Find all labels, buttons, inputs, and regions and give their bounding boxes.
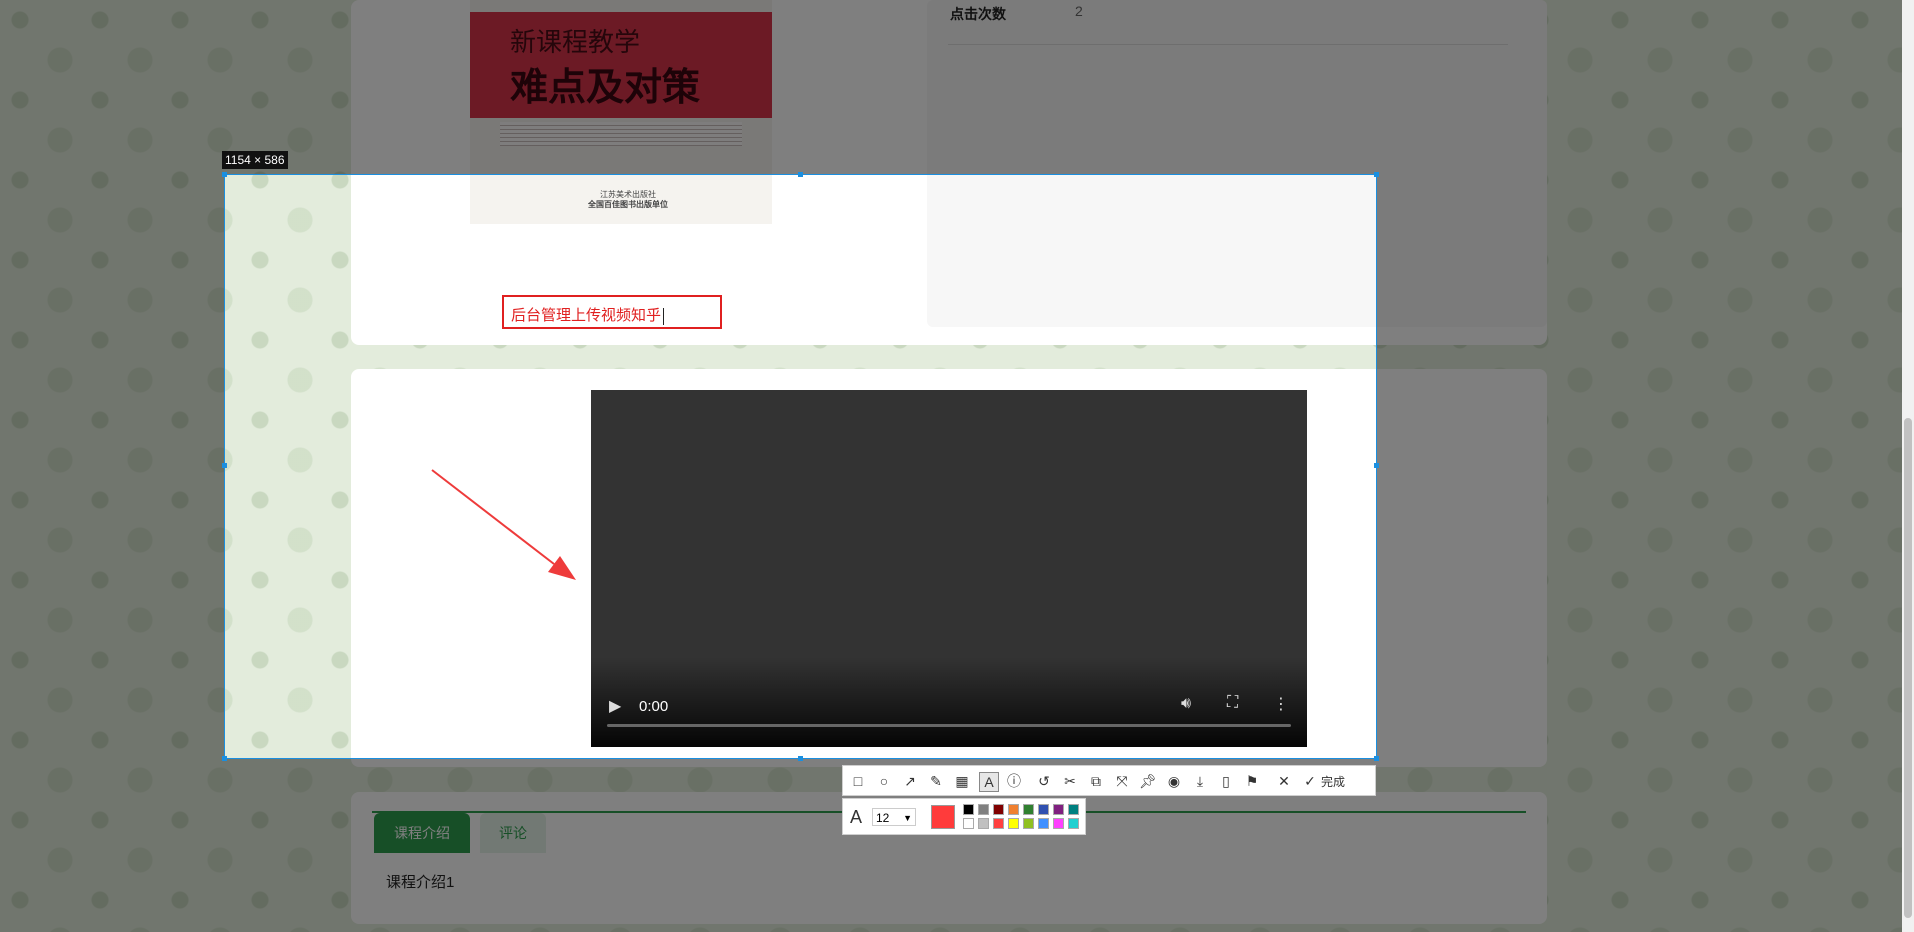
- resize-handle-tr[interactable]: [1374, 172, 1379, 177]
- ellipse-icon[interactable]: ○: [875, 772, 893, 790]
- color-swatch[interactable]: [963, 818, 974, 829]
- resize-handle-bl[interactable]: [222, 756, 227, 761]
- color-swatch[interactable]: [963, 804, 974, 815]
- translate-icon[interactable]: ⧉: [1087, 772, 1105, 790]
- resize-handle-br[interactable]: [1374, 756, 1379, 761]
- color-swatch[interactable]: [1053, 818, 1064, 829]
- serial-number-icon[interactable]: ⓘ: [1005, 772, 1023, 790]
- check-icon[interactable]: ✓: [1301, 772, 1319, 790]
- color-swatch[interactable]: [1008, 804, 1019, 815]
- resize-handle-mr[interactable]: [1374, 463, 1379, 468]
- selection-size-label: 1154 × 586: [222, 151, 288, 169]
- ocr-icon[interactable]: ✂: [1061, 772, 1079, 790]
- color-swatch[interactable]: [978, 818, 989, 829]
- font-size-value: 12: [876, 811, 890, 825]
- done-button[interactable]: 完成: [1321, 773, 1345, 790]
- color-swatch[interactable]: [1068, 818, 1079, 829]
- color-swatch[interactable]: [1038, 818, 1049, 829]
- download-icon[interactable]: ⤓: [1191, 772, 1209, 790]
- text-icon[interactable]: A: [979, 772, 999, 792]
- color-swatch[interactable]: [993, 818, 1004, 829]
- text-style-toolbar: A 12 ▼: [842, 798, 1086, 835]
- pencil-icon[interactable]: ✎: [927, 772, 945, 790]
- color-swatch[interactable]: [978, 804, 989, 815]
- record-icon[interactable]: ◉: [1165, 772, 1183, 790]
- chevron-down-icon: ▼: [903, 813, 912, 823]
- dim-overlay-left: [0, 174, 224, 759]
- pin-icon[interactable]: 📌︎: [1139, 772, 1157, 790]
- color-swatch[interactable]: [1038, 804, 1049, 815]
- color-swatch[interactable]: [1068, 804, 1079, 815]
- font-icon: A: [849, 807, 862, 827]
- bookmark-icon[interactable]: ⚑: [1243, 772, 1261, 790]
- arrow-icon[interactable]: ↗: [901, 772, 919, 790]
- page-scrollbar-thumb[interactable]: [1904, 418, 1912, 918]
- screenshot-toolbar: □ ○ ↗ ✎ ▦ A ⓘ ↺ ✂ ⧉ ⤧ 📌︎ ◉ ⤓ ▯ ⚑ ✕ ✓ 完成: [842, 765, 1376, 796]
- resize-handle-bc[interactable]: [798, 756, 803, 761]
- color-swatch[interactable]: [1023, 818, 1034, 829]
- current-color-swatch[interactable]: [931, 805, 955, 829]
- long-screenshot-icon[interactable]: ⤧: [1113, 772, 1131, 790]
- color-swatch[interactable]: [1008, 818, 1019, 829]
- phone-icon[interactable]: ▯: [1217, 772, 1235, 790]
- color-palette: [963, 804, 1083, 832]
- selection-frame[interactable]: [224, 174, 1377, 759]
- color-swatch[interactable]: [1023, 804, 1034, 815]
- resize-handle-ml[interactable]: [222, 463, 227, 468]
- color-swatch[interactable]: [993, 804, 1004, 815]
- cancel-icon[interactable]: ✕: [1275, 772, 1293, 790]
- font-size-select[interactable]: 12 ▼: [872, 808, 916, 826]
- mosaic-icon[interactable]: ▦: [953, 772, 971, 790]
- resize-handle-tc[interactable]: [798, 172, 803, 177]
- resize-handle-tl[interactable]: [222, 172, 227, 177]
- dim-overlay-right: [1377, 174, 1914, 759]
- color-swatch[interactable]: [1053, 804, 1064, 815]
- dim-overlay-top: [0, 0, 1914, 174]
- undo-icon[interactable]: ↺: [1035, 772, 1053, 790]
- rectangle-icon[interactable]: □: [849, 772, 867, 790]
